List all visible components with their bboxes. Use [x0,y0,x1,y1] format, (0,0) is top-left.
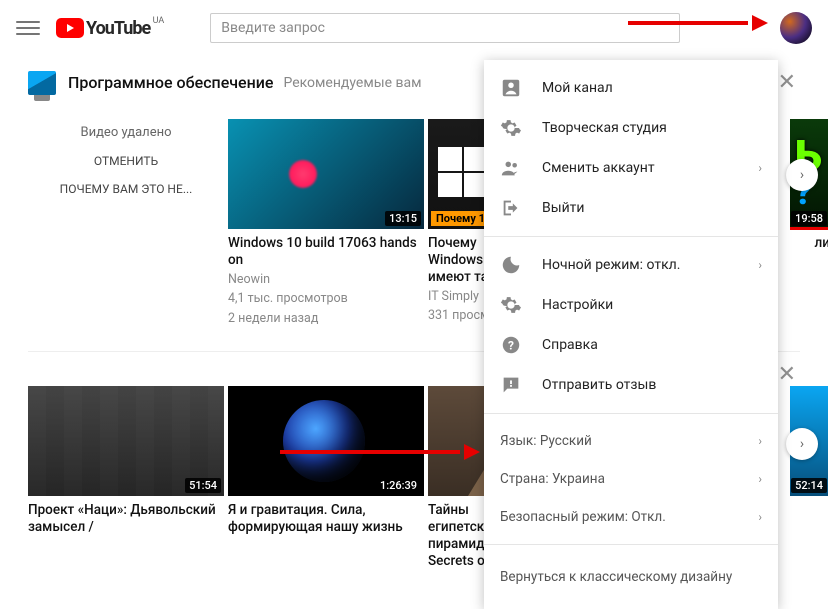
gear-icon [500,294,522,316]
video-title[interactable]: Windows 10 build 17063 hands on [228,235,424,269]
search-input[interactable]: Введите запрос [210,13,680,43]
duration-badge: 52:14 [791,478,827,493]
chevron-right-icon: › [758,161,762,175]
gear-icon [500,117,522,139]
duration-badge: 1:26:39 [376,478,421,493]
menu-language[interactable]: Язык: Русский › [484,422,778,460]
menu-label: Настройки [542,297,762,313]
menu-label: Страна: Украина [500,471,605,487]
video-card[interactable]: 13:15 Windows 10 build 17063 hands on Ne… [228,119,424,327]
channel-name[interactable]: Neowin [228,271,424,289]
app-header: YouTube UA Введите запрос [0,0,828,56]
menu-feedback[interactable]: Отправить отзыв [484,365,778,405]
video-title[interactable]: Проект «Наци»: Дьявольский замысел / [28,502,224,536]
video-thumbnail[interactable]: 13:15 [228,119,424,229]
menu-label: Ночной режим: откл. [542,257,758,273]
menu-creator-studio[interactable]: Творческая студия [484,108,778,148]
logo-region: UA [153,16,165,26]
topic-icon [28,71,56,95]
deleted-card: Видео удалено ОТМЕНИТЬ ПОЧЕМУ ВАМ ЭТО НЕ… [28,119,224,229]
menu-switch-account[interactable]: Сменить аккаунт › [484,148,778,188]
view-count: 4,1 тыс. просмотров [228,290,424,308]
search-placeholder: Введите запрос [221,20,325,36]
divider [484,544,778,545]
users-icon [500,157,522,179]
deleted-text: Видео удалено [80,125,171,140]
duration-badge: 19:58 [791,211,827,226]
help-icon: ? [500,334,522,356]
avatar[interactable] [780,12,812,44]
menu-label: Вернуться к классическому дизайну [500,569,732,585]
menu-settings[interactable]: Настройки [484,285,778,325]
menu-country[interactable]: Страна: Украина › [484,460,778,498]
menu-label: Язык: Русский [500,433,592,449]
menu-return-classic[interactable]: Вернуться к классическому дизайну [484,553,778,601]
menu-label: Мой канал [542,80,762,96]
video-title[interactable]: ли [790,235,828,252]
exit-icon [500,197,522,219]
menu-label: Справка [542,337,762,353]
why-link[interactable]: ПОЧЕМУ ВАМ ЭТО НЕ... [60,182,193,196]
account-icon [500,77,522,99]
play-icon [56,18,84,38]
menu-label: Творческая студия [542,120,762,136]
chevron-right-icon: › [758,510,762,524]
menu-sign-out[interactable]: Выйти [484,188,778,228]
menu-restricted-mode[interactable]: Безопасный режим: Откл. › [484,498,778,536]
divider [484,413,778,414]
divider [484,236,778,237]
menu-help[interactable]: ? Справка [484,325,778,365]
menu-my-channel[interactable]: Мой канал [484,68,778,108]
moon-icon [500,254,522,276]
video-thumbnail[interactable]: 1:26:39 [228,386,424,496]
section-title: Программное обеспечение [68,73,273,92]
hamburger-menu-icon[interactable] [16,16,40,40]
chevron-right-icon: › [758,258,762,272]
menu-label: Сменить аккаунт [542,160,758,176]
chevron-right-icon: › [758,434,762,448]
scroll-right-button[interactable]: › [786,159,818,191]
logo-text: YouTube [86,18,150,39]
section-subtitle: Рекомендуемые вам [283,75,421,91]
video-card[interactable]: 51:54 Проект «Наци»: Дьявольский замысел… [28,386,224,570]
menu-label: Безопасный режим: Откл. [500,509,666,525]
duration-badge: 13:15 [385,211,421,226]
youtube-logo[interactable]: YouTube UA [56,18,150,39]
account-dropdown: Мой канал Творческая студия Сменить акка… [484,60,778,609]
menu-label: Отправить отзыв [542,377,762,393]
menu-label: Выйти [542,200,762,216]
scroll-right-button[interactable]: › [786,428,818,460]
feedback-icon [500,374,522,396]
svg-text:?: ? [508,339,514,353]
video-card[interactable]: 1:26:39 Я и гравитация. Сила, формирующа… [228,386,424,570]
duration-badge: 51:54 [185,478,221,493]
menu-dark-mode[interactable]: Ночной режим: откл. › [484,245,778,285]
upload-age: 2 недели назад [228,310,424,328]
chevron-right-icon: › [758,472,762,486]
undo-button[interactable]: ОТМЕНИТЬ [94,154,158,168]
video-title[interactable]: Я и гравитация. Сила, формирующая нашу ж… [228,502,424,536]
video-thumbnail[interactable]: 51:54 [28,386,224,496]
